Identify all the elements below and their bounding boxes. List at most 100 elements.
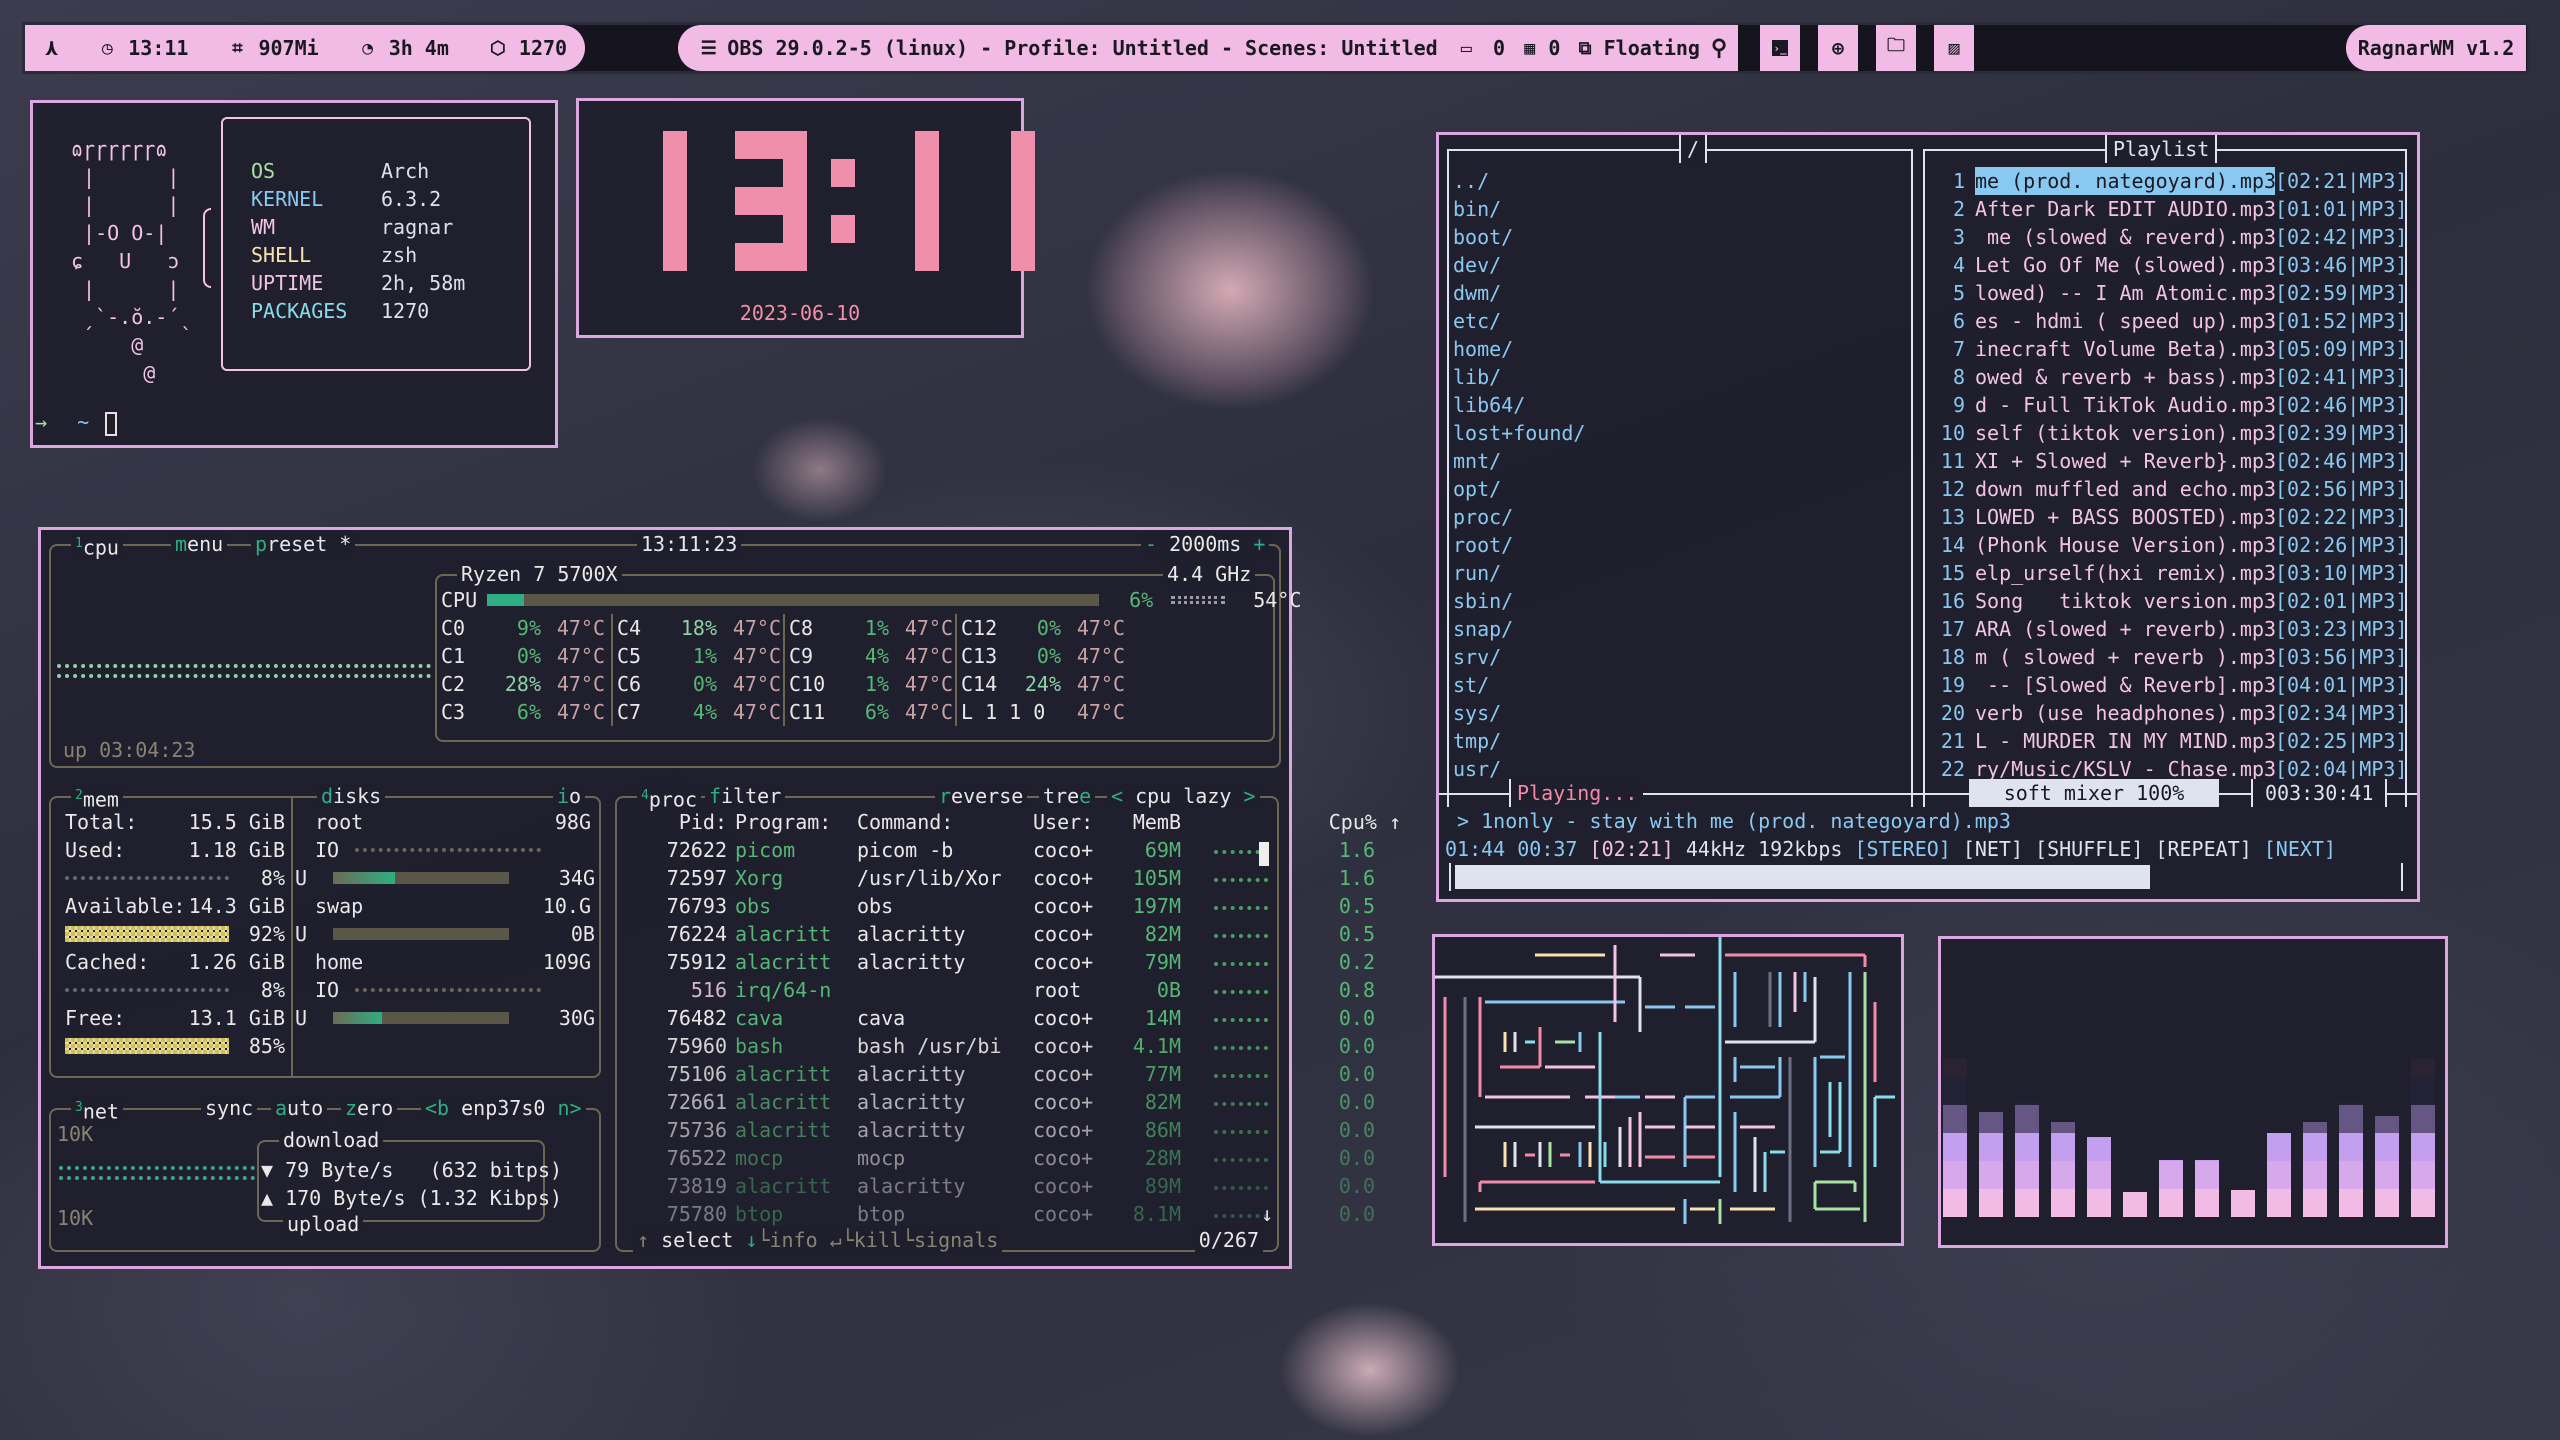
directory-entry[interactable]: sys/ xyxy=(1453,699,1585,727)
flag-net[interactable]: [NET] xyxy=(1963,837,2023,861)
directory-entry[interactable]: proc/ xyxy=(1453,503,1585,531)
process-row[interactable]: 516 irq/64-n root 0B 0.8 xyxy=(617,976,1375,1004)
files-button[interactable]: 🗀 xyxy=(1876,25,1916,71)
playlist-item[interactable]: 3 me (slowed & reverd).mp3 [02:42|MP3] xyxy=(1927,223,2408,251)
process-row[interactable]: 75106 alacritt alacritty coco+ 77M 0.0 xyxy=(617,1060,1375,1088)
info-hint[interactable]: └info ↵ xyxy=(757,1228,841,1252)
monitor-icon: ▭ xyxy=(1460,37,1472,59)
process-row[interactable]: 75736 alacritt alacritty coco+ 86M 0.0 xyxy=(617,1116,1375,1144)
disks-tab[interactable]: disks xyxy=(317,782,386,810)
playlist-item[interactable]: 17 ARA (slowed + reverb).mp3 [03:23|MP3] xyxy=(1927,615,2408,643)
directory-entry[interactable]: sbin/ xyxy=(1453,587,1585,615)
filter-toggle[interactable]: filter xyxy=(705,782,786,810)
playlist-item[interactable]: 20 verb (use headphones).mp3 [02:34|MP3] xyxy=(1927,699,2408,727)
playlist[interactable]: 1 me (prod. nategoyard).mp3 [02:21|MP3] 2 Af… xyxy=(1927,167,2407,783)
directory-entry[interactable]: run/ xyxy=(1453,559,1585,587)
directory-entry[interactable]: tmp/ xyxy=(1453,727,1585,755)
progress-bar[interactable] xyxy=(1449,863,2403,891)
net-sync-toggle[interactable]: sync xyxy=(201,1094,258,1122)
playlist-item[interactable]: 7 inecraft Volume Beta).mp3 [05:09|MP3] xyxy=(1927,335,2408,363)
playlist-item[interactable]: 19 -- [Slowed & Reverb].mp3 [04:01|MP3] xyxy=(1927,671,2408,699)
flag-shuffle[interactable]: [SHUFFLE] xyxy=(2035,837,2143,861)
process-row[interactable]: 76224 alacritt alacritty coco+ 82M 0.5 xyxy=(617,920,1375,948)
cpu-percent: 0.5 xyxy=(1338,894,1375,918)
directory-entry[interactable]: srv/ xyxy=(1453,643,1585,671)
playlist-item[interactable]: 12 down muffled and echo.mp3 [02:56|MP3] xyxy=(1927,475,2408,503)
playlist-item[interactable]: 16 Song tiktok version.mp3 [02:01|MP3] xyxy=(1927,587,2408,615)
process-row[interactable]: 75960 bash bash /usr/bi coco+ 4.1M 0.0 xyxy=(617,1032,1375,1060)
process-row[interactable]: 76522 mocp mocp coco+ 28M 0.0 xyxy=(617,1144,1375,1172)
directory-entry[interactable]: lost+found/ xyxy=(1453,419,1585,447)
track-info: [04:01|MP3] xyxy=(2275,673,2408,697)
process-row[interactable]: 76482 cava cava coco+ 14M 0.0 xyxy=(617,1004,1375,1032)
select-hint[interactable]: select xyxy=(661,1228,733,1252)
process-row[interactable]: 73819 alacritt alacritty coco+ 89M 0.0 xyxy=(617,1172,1375,1200)
flag-stereo[interactable]: [STEREO] xyxy=(1854,837,1950,861)
clock-pixel xyxy=(915,131,939,159)
layout-mode[interactable]: Floating xyxy=(1604,36,1700,60)
playlist-item[interactable]: 14 (Phonk House Version).mp3 [02:26|MP3] xyxy=(1927,531,2408,559)
kill-hint[interactable]: └kill xyxy=(842,1228,902,1252)
preset-tab[interactable]: preset * xyxy=(251,530,356,558)
update-interval[interactable]: - 2000ms + xyxy=(1141,530,1270,558)
playlist-item[interactable]: 5 lowed) -- I Am Atomic.mp3 [02:59|MP3] xyxy=(1927,279,2408,307)
playlist-item[interactable]: 18 m ( slowed + reverb ).mp3 [03:56|MP3] xyxy=(1927,643,2408,671)
directory-entry[interactable]: dev/ xyxy=(1453,251,1585,279)
reverse-toggle[interactable]: reverse xyxy=(935,782,1028,810)
directory-entry[interactable]: opt/ xyxy=(1453,475,1585,503)
playlist-item[interactable]: 13 LOWED + BASS BOOSTED).mp3 [02:22|MP3] xyxy=(1927,503,2408,531)
playlist-item[interactable]: 2 After Dark EDIT AUDIO.mp3 [01:01|MP3] xyxy=(1927,195,2408,223)
mixer-level[interactable]: soft mixer 100% xyxy=(1969,779,2219,807)
directory-entry[interactable]: st/ xyxy=(1453,671,1585,699)
directory-list[interactable]: ../bin/boot/dev/dwm/etc/home/lib/lib64/l… xyxy=(1453,167,1585,783)
core-usage: 18% xyxy=(680,616,717,640)
playlist-item[interactable]: 9 d - Full TikTok Audio.mp3 [02:46|MP3] xyxy=(1927,391,2408,419)
playlist-item[interactable]: 15 elp_urself(hxi remix).mp3 [03:10|MP3] xyxy=(1927,559,2408,587)
process-row[interactable]: 72597 Xorg/usr/lib/Xor coco+ 105M 1.6 xyxy=(617,864,1375,892)
playlist-item[interactable]: 11 XI + Slowed + Reverb}.mp3 [02:46|MP3] xyxy=(1927,447,2408,475)
shell-prompt[interactable]: → ~ xyxy=(35,408,118,436)
io-tab[interactable]: io xyxy=(553,782,586,810)
playlist-item[interactable]: 10 self (tiktok version).mp3 [02:39|MP3] xyxy=(1927,419,2408,447)
directory-entry[interactable]: boot/ xyxy=(1453,223,1585,251)
signals-hint[interactable]: └signals xyxy=(902,1228,998,1252)
playlist-item[interactable]: 8 owed & reverb + bass).mp3 [02:41|MP3] xyxy=(1927,363,2408,391)
playlist-item[interactable]: 6 es - hdmi ( speed up).mp3 [01:52|MP3] xyxy=(1927,307,2408,335)
process-list[interactable]: 72622 picom picom -b coco+ 69M 1.6 72597 Xorg/u… xyxy=(617,836,1375,1228)
process-row[interactable]: 76793 obs obs coco+ 197M 0.5 xyxy=(617,892,1375,920)
menu-tab[interactable]: menu xyxy=(171,530,228,558)
net-auto-toggle[interactable]: auto xyxy=(271,1094,328,1122)
process-row[interactable]: 75912 alacritt alacritty coco+ 79M 0.2 xyxy=(617,948,1375,976)
terminal-button[interactable]: ›_ xyxy=(1760,25,1800,71)
flag-repeat[interactable]: [REPEAT] xyxy=(2155,837,2251,861)
scroll-down-arrow[interactable]: ↓ xyxy=(1261,1200,1273,1228)
cpu-tab[interactable]: 1cpu xyxy=(71,530,123,562)
process-row[interactable]: 72661 alacritt alacritty coco+ 82M 0.0 xyxy=(617,1088,1375,1116)
directory-entry[interactable]: etc/ xyxy=(1453,307,1585,335)
arch-logo-icon[interactable]: ⋏ xyxy=(45,36,58,61)
playlist-item[interactable]: 21 L - MURDER IN MY MIND.mp3 [02:25|MP3] xyxy=(1927,727,2408,755)
image-viewer-button[interactable]: ▨ xyxy=(1934,25,1974,71)
music-player-window[interactable]: / ../bin/boot/dev/dwm/etc/home/lib/lib64… xyxy=(1436,132,2420,902)
net-zero-toggle[interactable]: zero xyxy=(341,1094,398,1122)
neofetch-terminal[interactable]: ɷɼɼɼɼɼɼɷ | | | | |-O O-| ɕ U ɔ | | ˏ`-.ŏ.… xyxy=(30,100,558,448)
directory-entry[interactable]: mnt/ xyxy=(1453,447,1585,475)
flag-next[interactable]: [NEXT] xyxy=(2264,837,2336,861)
playlist-item[interactable]: 4 Let Go Of Me (slowed).mp3 [03:46|MP3] xyxy=(1927,251,2408,279)
directory-entry[interactable]: dwm/ xyxy=(1453,279,1585,307)
directory-entry[interactable]: bin/ xyxy=(1453,195,1585,223)
btop-window[interactable]: 1cpu menu preset * 13:11:23 - 2000ms + u… xyxy=(38,527,1401,1269)
browser-button[interactable]: ⊕ xyxy=(1818,25,1858,71)
sort-selector[interactable]: < cpu lazy > xyxy=(1107,782,1260,810)
directory-entry[interactable]: lib/ xyxy=(1453,363,1585,391)
playlist-item[interactable]: 1 me (prod. nategoyard).mp3 [02:21|MP3] xyxy=(1927,167,2407,195)
directory-entry[interactable]: ../ xyxy=(1453,167,1585,195)
directory-entry[interactable]: root/ xyxy=(1453,531,1585,559)
net-interface-selector[interactable]: <b enp37s0 n> xyxy=(421,1094,586,1122)
directory-entry[interactable]: snap/ xyxy=(1453,615,1585,643)
tree-toggle[interactable]: tree xyxy=(1039,782,1096,810)
search-button[interactable]: ⚲ xyxy=(1700,25,1738,71)
directory-entry[interactable]: home/ xyxy=(1453,335,1585,363)
proc-scrollbar[interactable] xyxy=(1259,842,1269,866)
directory-entry[interactable]: lib64/ xyxy=(1453,391,1585,419)
